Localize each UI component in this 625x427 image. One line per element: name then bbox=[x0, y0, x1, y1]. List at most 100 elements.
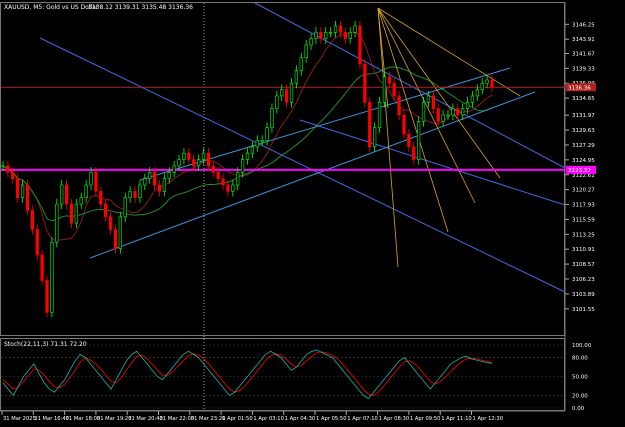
fibonacci-fan[interactable] bbox=[377, 7, 521, 268]
time-tick-label: 1 Apr 08:30 bbox=[379, 416, 410, 422]
uptrend-line-lower[interactable] bbox=[139, 67, 511, 181]
candle-body bbox=[79, 197, 83, 205]
candle-body bbox=[358, 25, 362, 65]
time-axis[interactable]: 31 Mar 202531 Mar 16:4031 Mar 18:0031 Ma… bbox=[1, 411, 503, 422]
candle-body bbox=[436, 108, 440, 122]
candle-body bbox=[113, 229, 118, 249]
fan-ray[interactable] bbox=[377, 7, 521, 97]
chart-title: XAUUSD, M5: Gold vs US Dollar bbox=[4, 4, 99, 11]
stoch-main-line bbox=[2, 349, 493, 400]
candle-body bbox=[45, 280, 49, 313]
price-tick-label: 3117.93 bbox=[572, 203, 595, 209]
candle-body bbox=[480, 82, 484, 90]
candle-body bbox=[289, 82, 294, 103]
candle-body bbox=[348, 31, 352, 39]
candle-body bbox=[108, 216, 113, 230]
candle-body bbox=[328, 31, 333, 34]
candle-body bbox=[182, 152, 186, 160]
candle-body bbox=[421, 101, 426, 122]
price-tick-label: 3141.67 bbox=[572, 51, 595, 57]
candle-body bbox=[314, 31, 318, 39]
stochastic-oscillator: 100.00 80.00 50.00 20.00 0.00 bbox=[1, 343, 592, 412]
price-tick-label: 3101.55 bbox=[572, 307, 595, 313]
price-tick-label: 3110.91 bbox=[572, 247, 595, 253]
candle-body bbox=[177, 159, 181, 167]
time-tick-label: 1 Apr 05:50 bbox=[316, 416, 347, 422]
candle-body bbox=[143, 178, 147, 186]
time-tick-label: 31 Mar 2025 bbox=[3, 416, 36, 422]
candle-body bbox=[250, 146, 255, 154]
candle-body bbox=[118, 216, 122, 249]
chart-ohlc: 3138.12 3139.31 3135.48 3136.36 bbox=[88, 4, 193, 11]
candle-body bbox=[275, 95, 279, 109]
candle-body bbox=[461, 108, 465, 116]
candle-body bbox=[152, 171, 157, 186]
time-tick-label: 1 Apr 09:50 bbox=[410, 416, 441, 422]
time-tick-label: 31 Mar 23:20 bbox=[191, 416, 226, 422]
candle-body bbox=[123, 197, 127, 218]
channel-mid-line[interactable] bbox=[39, 37, 566, 293]
candle-body bbox=[402, 114, 406, 135]
price-tick-label: 3129.63 bbox=[572, 128, 595, 134]
osc-level-label: 50.00 bbox=[572, 375, 588, 381]
candle-body bbox=[319, 31, 323, 39]
candle-body bbox=[74, 203, 78, 224]
candle-body bbox=[456, 108, 460, 116]
candle-body bbox=[201, 152, 206, 160]
candle-body bbox=[294, 70, 299, 84]
price-tick-label: 3113.25 bbox=[572, 232, 595, 238]
candle-body bbox=[162, 178, 167, 192]
candle-body bbox=[167, 171, 171, 179]
candle-body bbox=[485, 79, 489, 84]
osc-level-label: 100.00 bbox=[572, 343, 592, 349]
time-tick-label: 31 Mar 22:00 bbox=[160, 416, 195, 422]
fan-ray[interactable] bbox=[377, 7, 399, 268]
time-tick-label: 1 Apr 01:50 bbox=[222, 416, 253, 422]
candle-body bbox=[441, 114, 445, 122]
price-tick-label: 3124.95 bbox=[572, 158, 595, 164]
price-tick-label: 3143.91 bbox=[572, 37, 595, 43]
fan-ray[interactable] bbox=[377, 7, 501, 179]
candle-body bbox=[6, 165, 10, 173]
horizontal-lines[interactable] bbox=[1, 86, 565, 171]
candle-body bbox=[465, 101, 470, 109]
candle-body bbox=[338, 25, 343, 33]
price-tick-label: 3127.29 bbox=[572, 143, 595, 149]
stoch-title: Stoch(22,11,3) 71.31 72.20 bbox=[4, 341, 87, 348]
time-tick-label: 1 Apr 03:10 bbox=[253, 416, 284, 422]
time-tick-label: 31 Mar 19:20 bbox=[97, 416, 132, 422]
hline-price-label: 3136.36 bbox=[568, 85, 591, 91]
time-tick-label: 31 Mar 20:40 bbox=[128, 416, 163, 422]
price-tick-label: 3139.33 bbox=[572, 66, 595, 72]
fan-ray[interactable] bbox=[377, 7, 476, 204]
candle-body bbox=[231, 184, 235, 192]
candle-body bbox=[475, 89, 479, 97]
candle-body bbox=[128, 191, 132, 199]
price-tick-label: 3115.59 bbox=[572, 217, 595, 223]
candle-body bbox=[397, 95, 401, 116]
candle-body bbox=[55, 203, 59, 243]
chart-canvas[interactable]: XAUUSD, M5: Gold vs US Dollar 3138.12 31… bbox=[0, 0, 625, 423]
candle-body bbox=[412, 146, 416, 160]
candle-body bbox=[299, 57, 303, 71]
channel-lower-line[interactable] bbox=[299, 119, 566, 206]
time-tick-label: 31 Mar 16:40 bbox=[34, 416, 69, 422]
candle-body bbox=[187, 152, 191, 160]
candle-body bbox=[221, 178, 225, 186]
candle-body bbox=[40, 254, 44, 281]
trading-chart[interactable]: XAUUSD, M5: Gold vs US Dollar 3138.12 31… bbox=[0, 0, 625, 423]
candle-body bbox=[245, 152, 250, 160]
candle-body bbox=[284, 89, 289, 103]
time-tick-label: 31 Mar 18:00 bbox=[66, 416, 101, 422]
candle-body bbox=[377, 101, 382, 129]
candle-body bbox=[333, 25, 338, 33]
candle-body bbox=[431, 95, 435, 109]
candle-body bbox=[392, 82, 396, 97]
candle-body bbox=[60, 184, 64, 205]
candle-body bbox=[211, 165, 215, 173]
candle-body bbox=[373, 127, 377, 148]
price-tick-label: 3108.57 bbox=[572, 262, 595, 268]
candle-body bbox=[407, 133, 411, 148]
candle-body bbox=[353, 25, 357, 33]
candle-body bbox=[172, 165, 176, 173]
